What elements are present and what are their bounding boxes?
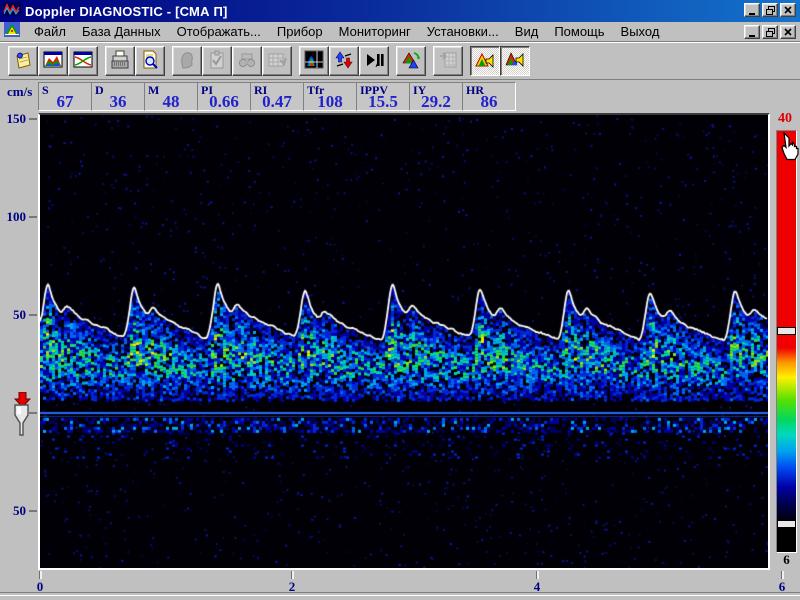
menu-item-view[interactable]: Вид bbox=[507, 23, 547, 40]
toolbar-button-find bbox=[232, 46, 262, 76]
toolbar-button-print-preview[interactable] bbox=[135, 46, 165, 76]
invert-arrows-icon bbox=[334, 50, 354, 73]
measurement-value: 86 bbox=[480, 92, 498, 111]
speaker-spectrum-icon bbox=[505, 50, 525, 73]
status-divider bbox=[0, 592, 800, 596]
y-axis-tick bbox=[29, 216, 37, 218]
curves-chart-icon bbox=[73, 50, 93, 73]
toolbar-button-sound-spectrum[interactable] bbox=[500, 46, 530, 76]
menu-item-device[interactable]: Прибор bbox=[269, 23, 331, 40]
binoculars-icon bbox=[237, 50, 257, 73]
toolbar-button-notes[interactable] bbox=[8, 46, 38, 76]
measurement-value: 108 bbox=[317, 92, 343, 111]
menu-item-settings[interactable]: Установки... bbox=[419, 23, 507, 40]
toolbar-button-sound-envelope[interactable] bbox=[470, 46, 500, 76]
menu-item-database[interactable]: База Данных bbox=[74, 23, 169, 40]
measurement-IY: IY 29.2 bbox=[409, 82, 463, 111]
window-restore-button[interactable] bbox=[762, 3, 778, 17]
application-window: Doppler DIAGNOSTIC - [СМА П] Файл База Да… bbox=[0, 0, 800, 600]
measurement-HR: HR 86 bbox=[462, 82, 516, 111]
x-axis-tick bbox=[536, 571, 539, 579]
toolbar-button-spectrum-display[interactable] bbox=[299, 46, 329, 76]
toolbar bbox=[0, 42, 800, 80]
measurement-value: 15.5 bbox=[368, 92, 398, 111]
window-title: Doppler DIAGNOSTIC - [СМА П] bbox=[25, 3, 228, 19]
y-axis-tick bbox=[29, 314, 37, 316]
y-axis-tick bbox=[29, 510, 37, 512]
x-axis-tick bbox=[781, 571, 784, 579]
gain-handle-lower[interactable] bbox=[777, 520, 796, 528]
mdi-close-button[interactable] bbox=[780, 25, 796, 39]
measurement-D: D 36 bbox=[91, 82, 145, 111]
colorbar-black-zone bbox=[777, 528, 796, 552]
gain-value-label: 40 bbox=[778, 111, 792, 126]
menu-item-exit[interactable]: Выход bbox=[613, 23, 668, 40]
measurement-value: 0.47 bbox=[262, 92, 292, 111]
mdi-restore-button[interactable] bbox=[762, 25, 778, 39]
gain-colorbar[interactable] bbox=[776, 130, 797, 553]
toolbar-button-cycle-maps[interactable] bbox=[396, 46, 426, 76]
window-minimize-button[interactable] bbox=[744, 3, 760, 17]
grid-arrow-icon bbox=[438, 50, 458, 73]
gain-min-label: 6 bbox=[783, 552, 790, 567]
toolbar-button-invert-spectrum[interactable] bbox=[329, 46, 359, 76]
play-pause-icon bbox=[364, 50, 384, 73]
menu-item-display[interactable]: Отображать... bbox=[169, 23, 269, 40]
spectrogram[interactable] bbox=[40, 115, 768, 568]
measurement-value: 67 bbox=[56, 92, 74, 111]
measurement-IPPV: IPPV 15.5 bbox=[356, 82, 410, 111]
measurement-bar: cm/s S 67 D 36 M 48 PI 0.66 RI 0.47 Tfr 108 IPPV 15.5… bbox=[0, 81, 800, 111]
document-system-icon[interactable] bbox=[4, 21, 20, 42]
app-icon bbox=[3, 1, 21, 22]
preview-icon bbox=[140, 50, 160, 73]
y-axis-label: 50 bbox=[13, 307, 26, 322]
menu-item-file[interactable]: Файл bbox=[26, 23, 74, 40]
hand-cursor bbox=[779, 131, 800, 167]
workspace: 15010050050 40 6 bbox=[0, 111, 800, 600]
toolbar-button-data-grid bbox=[262, 46, 292, 76]
y-axis-label: 50 bbox=[13, 503, 26, 518]
clipboard-check-icon bbox=[207, 50, 227, 73]
mdi-minimize-button[interactable] bbox=[744, 25, 760, 39]
title-bar: Doppler DIAGNOSTIC - [СМА П] bbox=[0, 0, 800, 22]
menu-item-help[interactable]: Помощь bbox=[546, 23, 612, 40]
colorbar-gradient bbox=[777, 335, 796, 520]
gain-handle-upper[interactable] bbox=[777, 327, 796, 335]
toolbar-button-protocol bbox=[202, 46, 232, 76]
measurement-value: 36 bbox=[109, 92, 127, 111]
x-axis-tick bbox=[291, 571, 294, 579]
measurement-value: 0.66 bbox=[209, 92, 239, 111]
speaker-envelope-icon bbox=[475, 50, 495, 73]
baseline-pin-marker[interactable] bbox=[9, 404, 34, 443]
grid-check-icon bbox=[267, 50, 287, 73]
head-icon bbox=[177, 50, 197, 73]
y-axis-label: 150 bbox=[6, 111, 27, 126]
measurement-value: 48 bbox=[162, 92, 180, 111]
velocity-unit-label: cm/s bbox=[7, 84, 33, 99]
toolbar-button-print[interactable] bbox=[105, 46, 135, 76]
measurement-PI: PI 0.66 bbox=[197, 82, 251, 111]
menu-bar: Файл База Данных Отображать... Прибор Монито… bbox=[0, 21, 800, 42]
toolbar-button-trend-chart[interactable] bbox=[38, 46, 68, 76]
menu-item-monitoring[interactable]: Мониторинг bbox=[331, 23, 419, 40]
measurement-S: S 67 bbox=[38, 82, 92, 111]
measurement-M: M 48 bbox=[144, 82, 198, 111]
measurement-Tfr: Tfr 108 bbox=[303, 82, 357, 111]
y-axis-tick bbox=[29, 118, 37, 120]
measurement-value: 29.2 bbox=[421, 92, 451, 111]
toolbar-button-patient bbox=[172, 46, 202, 76]
area-chart-icon bbox=[43, 50, 63, 73]
typewriter-icon bbox=[110, 50, 130, 73]
spectral-display bbox=[38, 113, 770, 570]
measurement-RI: RI 0.47 bbox=[250, 82, 304, 111]
window-close-button[interactable] bbox=[780, 3, 796, 17]
toolbar-button-export-grid bbox=[433, 46, 463, 76]
spectrum-icon bbox=[304, 50, 324, 73]
x-axis-tick bbox=[39, 571, 42, 579]
note-icon bbox=[13, 50, 33, 73]
y-axis-label: 100 bbox=[6, 209, 27, 224]
cycle-triangles-icon bbox=[401, 50, 421, 73]
toolbar-button-curves-chart[interactable] bbox=[68, 46, 98, 76]
toolbar-button-freeze-run[interactable] bbox=[359, 46, 389, 76]
